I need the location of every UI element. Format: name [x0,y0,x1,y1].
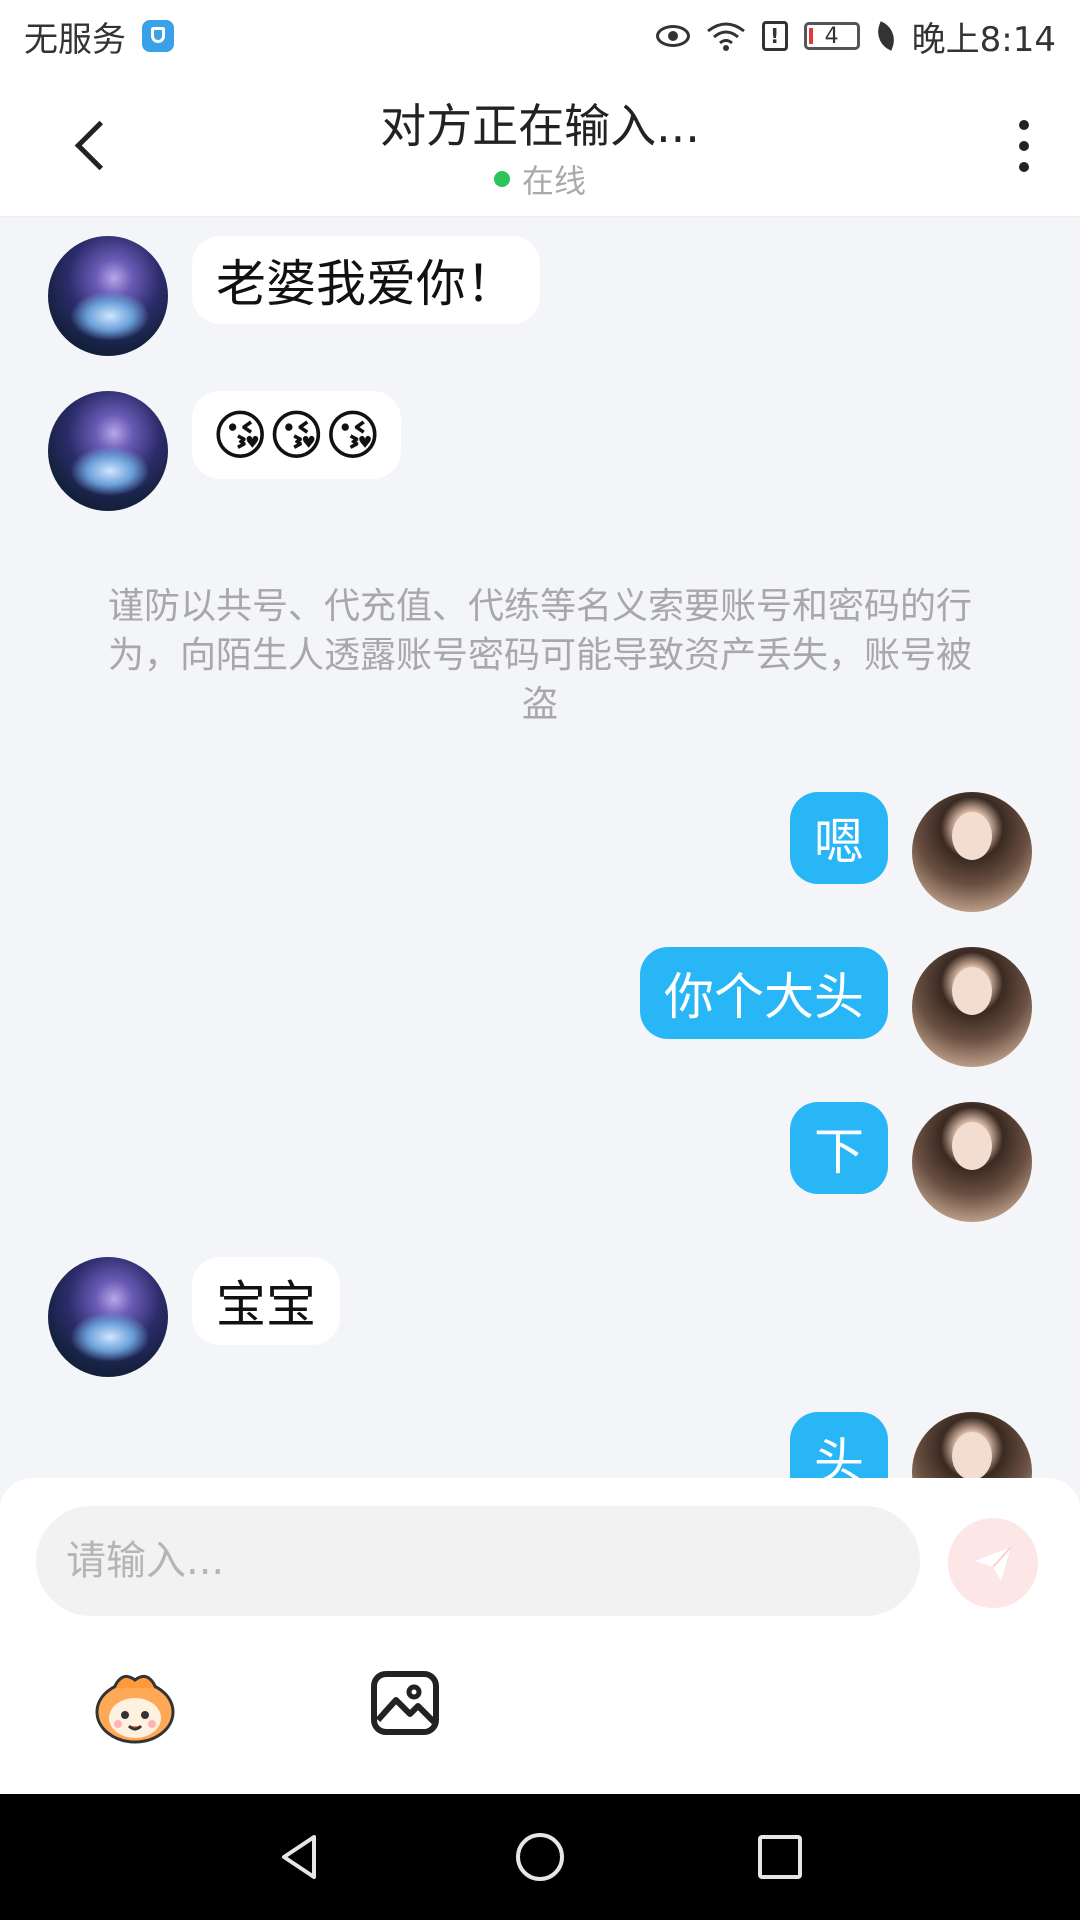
presence-label: 在线 [521,162,586,200]
contact-avatar[interactable] [48,236,168,356]
dot-icon [1019,162,1029,172]
message-bubble-outgoing[interactable]: 你个大头 [640,947,888,1039]
shield-icon [142,20,174,52]
status-right: ! 4 晚上8:14 [655,12,1056,61]
security-notice: 谨防以共号、代充值、代练等名义索要账号和密码的行为，向陌生人透露账号密码可能导致… [107,586,972,725]
presence-status: 在线 [0,156,1080,202]
user-avatar[interactable] [912,947,1032,1067]
message-text: 头 [814,1433,864,1478]
online-dot-icon [493,171,510,187]
message-bubble-outgoing[interactable]: 下 [790,1102,888,1194]
battery-level: 4 [824,23,839,49]
chat-header: 对方正在输入... 在线 [0,72,1080,217]
send-icon [975,1546,1012,1581]
dot-icon [1019,141,1029,151]
carrier-label: 无服务 [24,19,126,60]
chat-messages[interactable]: 老婆我爱你！ 😘😘😘 谨防以共号、代充值、代练等名义索要账号和密码的行为，向陌生… [0,216,1080,1478]
message-emoji: 😘😘😘 [212,403,381,467]
message-bubble-incoming[interactable]: 宝宝 [192,1257,340,1345]
contact-avatar[interactable] [48,391,168,511]
message-bubble-incoming[interactable]: 😘😘😘 [192,391,401,479]
user-avatar[interactable] [912,792,1032,912]
battery-icon: 4 [803,22,860,50]
dot-icon [1019,120,1029,130]
message-text: 宝宝 [216,1276,316,1334]
send-button[interactable] [948,1518,1038,1608]
wifi-icon [706,22,745,51]
message-bubble-outgoing[interactable]: 头 [790,1412,888,1478]
message-text: 老婆我爱你！ [216,255,516,313]
more-options-button[interactable] [1018,120,1030,172]
composer-panel [0,1478,1080,1794]
user-avatar[interactable] [912,1412,1032,1478]
emoji-sticker-icon[interactable] [92,1666,178,1746]
system-navigation-bar [0,1794,1080,1920]
message-bubble-outgoing[interactable]: 嗯 [790,792,888,884]
nav-home-icon[interactable] [510,1827,570,1887]
status-left: 无服务 [24,12,174,61]
nav-back-icon[interactable] [270,1827,330,1887]
clock: 晚上8:14 [911,19,1056,60]
leaf-icon [872,21,900,51]
status-bar: 无服务 ! 4 晚上8:14 [0,0,1080,72]
message-input[interactable] [36,1506,920,1616]
eye-icon [655,25,690,47]
user-avatar[interactable] [912,1102,1032,1222]
message-bubble-incoming[interactable]: 老婆我爱你！ [192,236,540,324]
image-picker-icon[interactable] [370,1670,440,1736]
message-text: 下 [814,1123,864,1181]
message-text: 你个大头 [664,968,864,1026]
contact-avatar[interactable] [48,1257,168,1377]
nav-recents-icon[interactable] [750,1827,810,1887]
message-text: 嗯 [814,813,864,871]
alert-icon: ! [761,21,788,51]
page-title: 对方正在输入... [380,99,700,153]
